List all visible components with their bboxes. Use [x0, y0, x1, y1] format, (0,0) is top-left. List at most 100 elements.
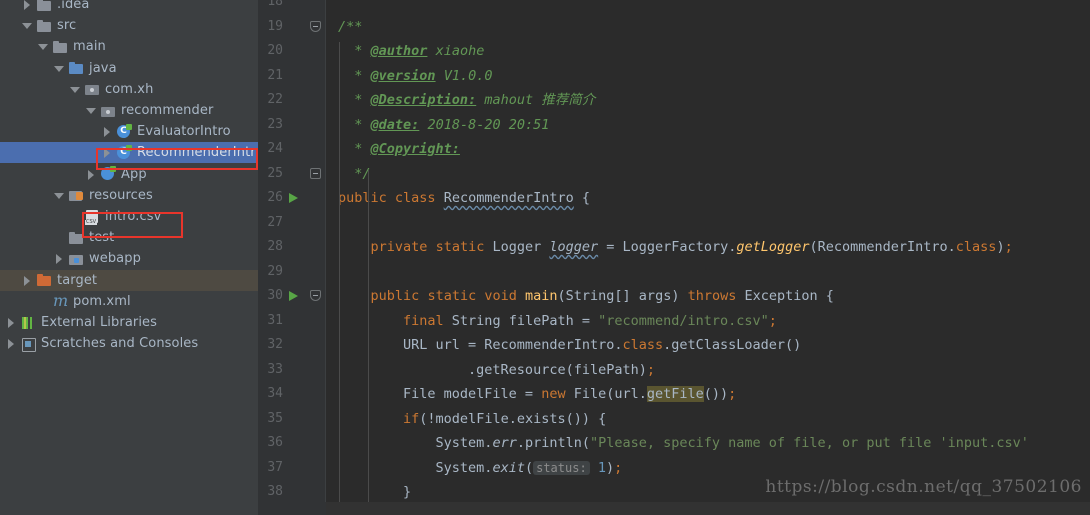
code-line[interactable]: * @Description: mahout 推荐简介 [326, 88, 1090, 113]
tree-item-label: resources [89, 187, 153, 203]
tree-item-evaluatorintro[interactable]: EvaluatorIntro [0, 121, 258, 142]
ide-window: .idea src main java com.xh recommender Evaluat… [0, 0, 1090, 515]
code-line[interactable]: public static void main(String[] args) t… [326, 284, 1090, 309]
tree-item-intro-csv[interactable]: intro.csv [0, 206, 258, 227]
java-class-icon [116, 123, 132, 140]
bottom-gutter-strip [258, 502, 326, 515]
code-line[interactable]: * @author xiaohe [326, 39, 1090, 64]
chevron-down-icon[interactable] [86, 105, 97, 116]
code-line[interactable]: * @date: 2018-8-20 20:51 [326, 113, 1090, 138]
tree-item-pom-xml[interactable]: pom.xml [0, 291, 258, 312]
target-folder-icon [36, 272, 52, 288]
line-number: 19 [267, 18, 283, 34]
tree-item-label: test [89, 230, 115, 246]
run-gutter-icon[interactable] [288, 284, 300, 309]
line-number: 37 [267, 459, 283, 475]
tree-item-label: App [121, 166, 147, 182]
editor-area[interactable]: 18 19 20 21 22 23 24 25 26 27 28 29 30 31 32 33 34 35 36 37… [258, 0, 1090, 515]
tree-item-target[interactable]: target [0, 269, 258, 291]
fold-toggle-icon[interactable] [310, 15, 321, 40]
line-number: 35 [267, 410, 283, 426]
chevron-right-icon[interactable] [86, 169, 97, 180]
chevron-down-icon[interactable] [70, 84, 81, 95]
code-line[interactable]: final String filePath = "recommend/intro… [326, 309, 1090, 334]
indent-guide [339, 42, 340, 515]
tree-item-webapp[interactable]: webapp [0, 248, 258, 269]
tree-item-label: EvaluatorIntro [137, 124, 231, 140]
tree-item-recommenderintro[interactable]: RecommenderIntro [0, 142, 258, 164]
folder-icon [68, 230, 84, 246]
chevron-right-icon[interactable] [22, 275, 33, 286]
project-tool-window[interactable]: .idea src main java com.xh recommender Evaluat… [0, 0, 258, 515]
code-line[interactable]: private static Logger logger = LoggerFac… [326, 235, 1090, 260]
chevron-right-icon[interactable] [22, 0, 33, 10]
chevron-down-icon[interactable] [54, 63, 65, 74]
code-line[interactable]: System.err.println("Please, specify name… [326, 431, 1090, 456]
code-line[interactable]: URL url = RecommenderIntro.class.getClas… [326, 333, 1090, 358]
tree-item-label: webapp [89, 251, 141, 267]
line-number: 25 [267, 165, 283, 181]
editor-gutter[interactable]: 18 19 20 21 22 23 24 25 26 27 28 29 30 31 32 33 34 35 36 37… [258, 0, 326, 515]
tree-item-label: .idea [57, 0, 90, 12]
java-class-run-icon [100, 166, 116, 182]
chevron-down-icon[interactable] [22, 20, 33, 31]
line-number: 38 [267, 484, 283, 499]
tree-item-java[interactable]: java [0, 58, 258, 79]
code-content[interactable]: /** * @author xiaohe * @version V1.0.0 *… [326, 0, 1090, 515]
tree-item-test[interactable]: test [0, 227, 258, 248]
tree-item-com-xh[interactable]: com.xh [0, 79, 258, 100]
chevron-down-icon[interactable] [54, 190, 65, 201]
code-line[interactable]: */ [326, 162, 1090, 187]
line-number: 31 [267, 312, 283, 328]
chevron-right-icon[interactable] [6, 317, 17, 328]
code-line[interactable]: public class RecommenderIntro { [326, 186, 1090, 211]
twisty-placeholder [70, 211, 81, 222]
line-number: 34 [267, 386, 283, 401]
resources-folder-icon [68, 187, 84, 203]
line-number: 24 [267, 141, 283, 156]
tree-item-app[interactable]: App [0, 164, 258, 185]
tree-item-src[interactable]: src [0, 15, 258, 36]
fold-toggle-icon[interactable] [310, 284, 321, 309]
code-line[interactable]: /** [326, 15, 1090, 40]
tree-item-main[interactable]: main [0, 36, 258, 57]
webapp-folder-icon [68, 251, 84, 267]
run-gutter-icon[interactable] [288, 186, 300, 211]
code-line[interactable] [326, 260, 1090, 285]
code-line[interactable] [326, 0, 1090, 15]
chevron-down-icon[interactable] [38, 41, 49, 52]
chevron-right-icon[interactable] [6, 338, 17, 350]
code-line[interactable]: .getResource(filePath); [326, 358, 1090, 383]
code-line[interactable] [326, 211, 1090, 236]
tree-item-label: com.xh [105, 81, 154, 97]
tree-item-resources[interactable]: resources [0, 185, 258, 206]
chevron-right-icon[interactable] [54, 253, 65, 265]
tree-item-recommender[interactable]: recommender [0, 100, 258, 121]
bottom-edge-strip [258, 502, 1090, 515]
fold-toggle-icon[interactable] [310, 162, 321, 187]
chevron-right-icon[interactable] [102, 126, 113, 138]
code-line[interactable]: File modelFile = new File(url.getFile())… [326, 382, 1090, 407]
package-icon [100, 103, 116, 119]
tree-item-idea[interactable]: .idea [0, 0, 258, 15]
tree-item-label: java [89, 60, 117, 76]
line-number: 29 [267, 263, 283, 279]
code-line[interactable]: if(!modelFile.exists()) { [326, 407, 1090, 432]
tree-item-label: RecommenderIntro [137, 145, 258, 161]
chevron-right-icon[interactable] [102, 147, 113, 159]
tree-item-scratches-and-consoles[interactable]: Scratches and Consoles [0, 333, 258, 354]
twisty-placeholder [54, 232, 65, 243]
code-line[interactable]: * @version V1.0.0 [326, 64, 1090, 89]
line-number: 33 [267, 361, 283, 377]
tree-item-label: src [57, 18, 77, 34]
folder-icon [52, 39, 68, 55]
tree-item-external-libraries[interactable]: External Libraries [0, 312, 258, 333]
line-number: 23 [267, 116, 283, 132]
folder-icon [36, 0, 52, 13]
line-number: 18 [267, 0, 283, 9]
package-icon [84, 81, 100, 97]
tree-item-label: intro.csv [105, 209, 162, 224]
line-number: 27 [267, 214, 283, 230]
code-line[interactable]: * @Copyright: [326, 137, 1090, 162]
line-number: 26 [267, 190, 283, 205]
